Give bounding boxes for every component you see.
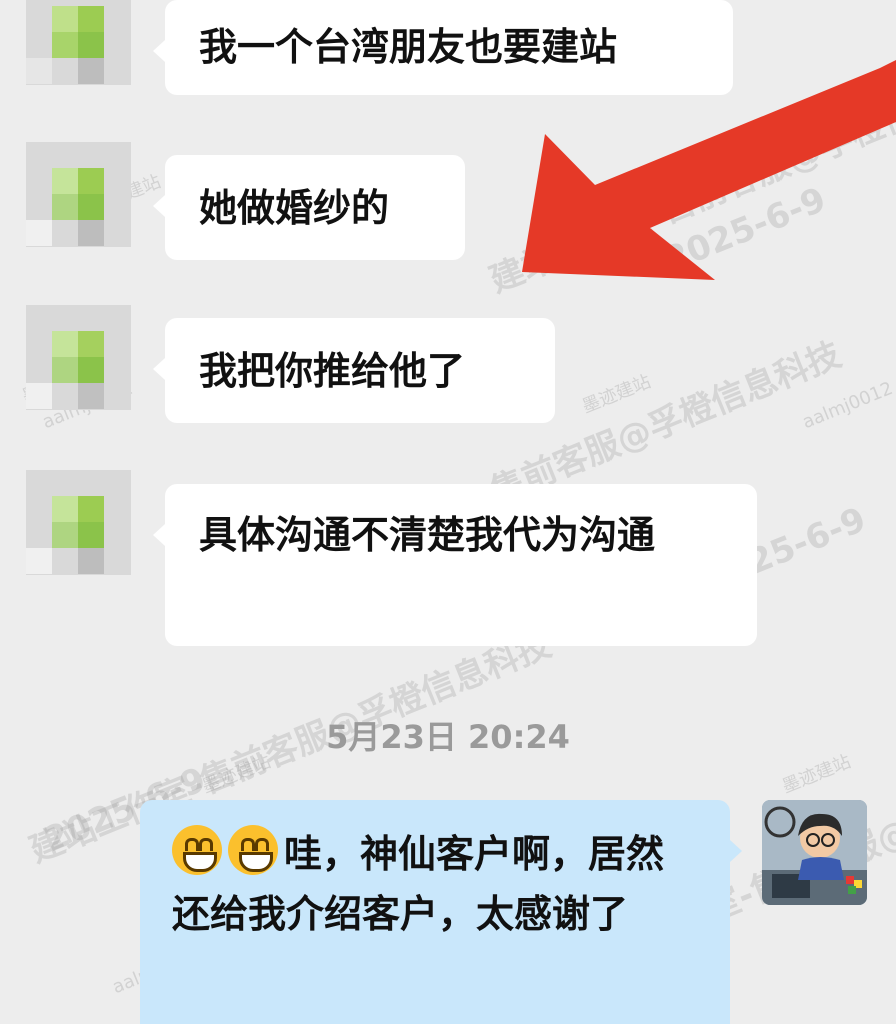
message-text: 具体沟通不清楚我代为沟通	[199, 513, 656, 557]
avatar[interactable]	[26, 470, 131, 575]
avatar[interactable]	[26, 0, 131, 85]
grinning-face-icon	[172, 825, 222, 875]
message-bubble[interactable]: 她做婚纱的	[153, 155, 465, 260]
grinning-face-icon	[228, 825, 278, 875]
reply-bubble[interactable]: 哇，神仙客户啊，居然还给我介绍客户，太感谢了	[140, 800, 742, 1024]
watermark-logo: 墨迹建站	[579, 371, 654, 418]
watermark-id: aalmj0012	[799, 377, 896, 434]
user-avatar[interactable]	[762, 800, 867, 905]
avatar[interactable]	[26, 142, 131, 247]
message-text: 她做婚纱的	[199, 186, 390, 230]
boy-avatar-icon	[762, 800, 867, 905]
message-text: 我把你推给他了	[199, 349, 466, 393]
message-timestamp: 5月23日 20:24	[326, 718, 570, 756]
message-bubble[interactable]: 具体沟通不清楚我代为沟通	[153, 484, 757, 646]
red-arrow-annotation	[522, 60, 896, 280]
avatar[interactable]	[26, 305, 131, 410]
message-bubble[interactable]: 我把你推给他了	[153, 318, 555, 423]
